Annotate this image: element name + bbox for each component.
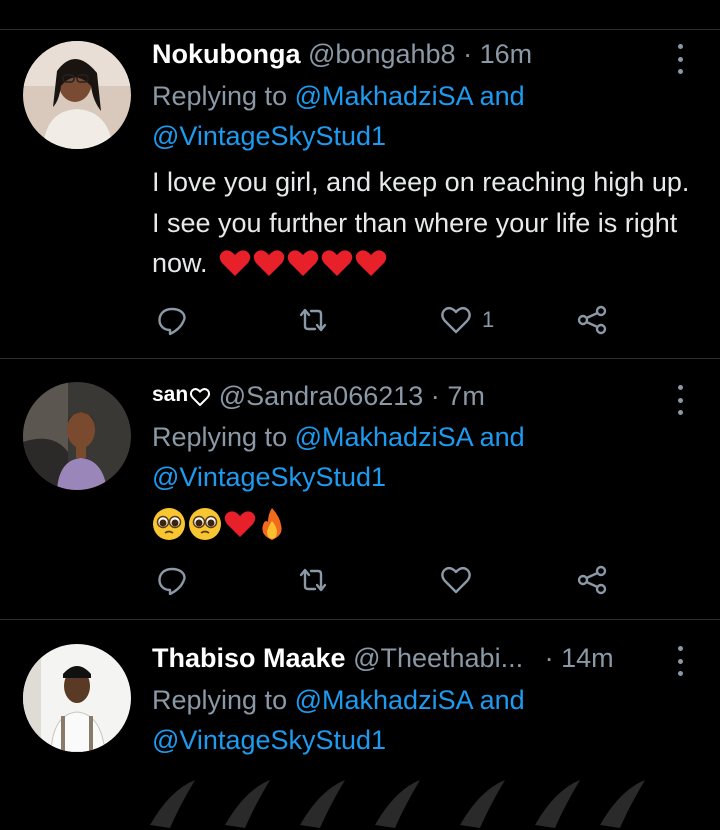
and-text: and <box>479 422 525 452</box>
red-heart-emoji <box>224 511 256 537</box>
timestamp[interactable]: 7m <box>447 381 485 411</box>
red-heart-emoji <box>287 250 319 276</box>
retweet-icon <box>299 308 327 332</box>
replying-to: Replying to @MakhadziSA and @VintageSkyS… <box>152 417 692 497</box>
reply-button[interactable] <box>156 300 188 340</box>
heart-outline-icon <box>190 388 211 406</box>
tweet-san[interactable]: san @Sandra066213 · 7m Replying to @Makh… <box>0 359 720 620</box>
more-vertical-icon[interactable] <box>670 644 690 678</box>
pleading-face-emoji <box>153 508 185 540</box>
replying-to-label: Replying to <box>152 422 288 452</box>
and-text: and <box>479 81 525 111</box>
more-vertical-icon[interactable] <box>670 383 690 417</box>
timestamp[interactable]: 14m <box>561 643 614 673</box>
avatar[interactable] <box>23 41 131 149</box>
separator-dot: · <box>463 39 473 69</box>
red-heart-emoji <box>355 250 387 276</box>
retweet-button[interactable] <box>297 300 329 340</box>
avatar-photo <box>23 644 131 752</box>
heart-outline-icon <box>441 566 471 594</box>
top-divider <box>0 0 720 30</box>
tweet-nokubonga[interactable]: Nokubonga @bongahb8 · 16m Replying to @M… <box>0 30 720 359</box>
mention-link[interactable]: @VintageSkyStud1 <box>152 462 386 492</box>
more-vertical-icon[interactable] <box>670 42 690 76</box>
reply-button[interactable] <box>156 560 188 600</box>
share-button[interactable] <box>576 560 608 600</box>
replying-to: Replying to @MakhadziSA and @VintageSkyS… <box>152 680 692 760</box>
separator-dot: · <box>544 643 554 673</box>
share-button[interactable] <box>576 300 608 340</box>
retweet-icon <box>299 568 327 592</box>
replying-to-label: Replying to <box>152 81 288 111</box>
like-button[interactable] <box>440 560 472 600</box>
and-text: and <box>479 685 525 715</box>
user-handle[interactable]: @Theethabi... <box>353 643 523 673</box>
mention-link[interactable]: @MakhadziSA <box>295 422 473 452</box>
red-heart-emoji <box>253 250 285 276</box>
retweet-button[interactable] <box>297 560 329 600</box>
emoji-row <box>152 507 286 541</box>
replying-to-label: Replying to <box>152 685 288 715</box>
avatar[interactable] <box>23 644 131 752</box>
display-name[interactable]: san <box>152 383 188 406</box>
tweet-actions: 1 <box>152 300 622 340</box>
share-icon <box>577 305 607 335</box>
pleading-face-emoji <box>189 508 221 540</box>
avatar-photo <box>23 41 131 149</box>
tweet-text-container: I love you girl, and keep on reaching hi… <box>152 162 697 284</box>
mention-link[interactable]: @MakhadziSA <box>295 685 473 715</box>
share-icon <box>577 565 607 595</box>
reply-bubble-icon <box>158 567 186 596</box>
heart-emoji-row <box>219 249 387 277</box>
mention-link[interactable]: @MakhadziSA <box>295 81 473 111</box>
fire-emoji <box>262 508 282 540</box>
reply-bubble-icon <box>158 307 186 336</box>
loading-placeholder <box>150 780 645 828</box>
red-heart-emoji <box>321 250 353 276</box>
tweet-actions <box>152 560 622 600</box>
replying-to: Replying to @MakhadziSA and @VintageSkyS… <box>152 76 692 156</box>
separator-dot: · <box>430 381 440 411</box>
avatar-photo <box>23 382 131 490</box>
user-handle[interactable]: @Sandra066213 <box>219 381 424 411</box>
user-handle[interactable]: @bongahb8 <box>308 39 456 69</box>
red-heart-emoji <box>219 250 251 276</box>
display-name[interactable]: Thabiso Maake <box>152 643 346 673</box>
avatar[interactable] <box>23 382 131 490</box>
like-count: 1 <box>482 307 495 332</box>
timestamp[interactable]: 16m <box>480 39 533 69</box>
mention-link[interactable]: @VintageSkyStud1 <box>152 121 386 151</box>
heart-outline-icon <box>441 306 471 334</box>
like-button[interactable]: 1 <box>440 300 494 340</box>
display-name[interactable]: Nokubonga <box>152 39 301 69</box>
mention-link[interactable]: @VintageSkyStud1 <box>152 725 386 755</box>
